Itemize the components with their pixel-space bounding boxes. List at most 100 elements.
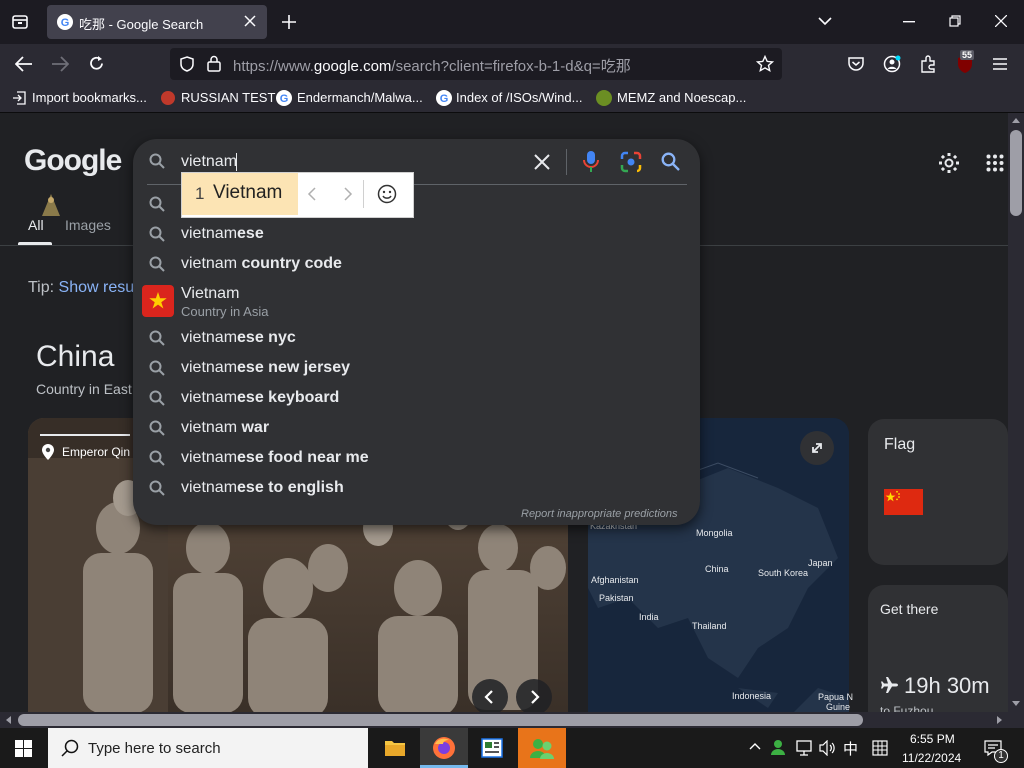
show-hidden-icons-icon[interactable] xyxy=(749,742,761,750)
new-tab-icon[interactable] xyxy=(282,15,296,29)
scroll-left-icon[interactable] xyxy=(4,715,12,725)
entity-title: China xyxy=(36,340,115,373)
suggestion-completion: ese keyboard xyxy=(237,389,340,406)
suggestion-item[interactable]: vietnamese xyxy=(181,225,264,243)
suggestion-item[interactable]: vietnamese keyboard xyxy=(181,389,339,407)
close-tab-icon[interactable] xyxy=(244,15,256,27)
ime-candidate-index: 1 xyxy=(195,184,205,203)
file-explorer-icon[interactable] xyxy=(384,738,406,758)
expand-icon xyxy=(812,443,822,453)
map-label: India xyxy=(639,612,659,622)
clear-search-button[interactable] xyxy=(534,154,550,170)
search-input[interactable]: vietnam xyxy=(181,153,237,171)
restore-icon[interactable] xyxy=(949,15,961,27)
ime-candidate-text[interactable]: Vietnam xyxy=(213,182,282,204)
clock-time[interactable]: 6:55 PM xyxy=(910,732,955,746)
windows-start-icon[interactable] xyxy=(15,740,32,757)
tab-images[interactable]: Images xyxy=(65,217,111,233)
minimize-icon[interactable] xyxy=(903,21,915,23)
scroll-up-icon[interactable] xyxy=(1011,116,1021,124)
next-photo-button[interactable] xyxy=(516,679,552,715)
search-icon xyxy=(149,450,165,466)
google-favicon-icon: G xyxy=(276,90,292,106)
suggestion-item[interactable]: vietnamese food near me xyxy=(181,449,369,467)
prev-photo-button[interactable] xyxy=(472,679,508,715)
suggestion-prefix: vietnam xyxy=(181,359,238,376)
scroll-down-icon[interactable] xyxy=(1011,700,1021,708)
map-label: China xyxy=(705,564,729,574)
ime-next-page-icon[interactable] xyxy=(343,187,353,201)
suggestion-prefix: vietnam xyxy=(181,449,238,466)
ime-prev-page-icon[interactable] xyxy=(307,187,317,201)
suggestion-item[interactable]: vietnamese to english xyxy=(181,479,344,497)
horizontal-scroll-thumb[interactable] xyxy=(18,714,863,726)
volume-icon[interactable] xyxy=(819,740,837,756)
suggestion-item[interactable]: vietnamese nyc xyxy=(181,329,296,347)
tab-all-thumbnail xyxy=(40,192,62,220)
extensions-icon[interactable] xyxy=(920,55,937,73)
bookmark-isos[interactable]: Index of /ISOs/Wind... xyxy=(456,90,582,105)
bookmark-import[interactable]: Import bookmarks... xyxy=(32,90,147,105)
people-app-icon[interactable] xyxy=(529,737,555,759)
lens-search-icon[interactable] xyxy=(620,151,642,173)
suggestion-item[interactable]: vietnam war xyxy=(181,419,269,437)
suggestion-prefix: vietnam xyxy=(181,479,238,496)
vertical-scroll-thumb[interactable] xyxy=(1010,130,1022,216)
chevron-left-icon xyxy=(484,690,493,704)
report-predictions-link[interactable]: Report inappropriate predictions xyxy=(521,508,678,520)
ime-mode-indicator[interactable]: 中 xyxy=(843,738,858,759)
bookmark-star-icon[interactable] xyxy=(756,55,774,73)
google-apps-icon[interactable] xyxy=(986,154,1004,172)
suggestion-item[interactable]: vietnam country code xyxy=(181,255,342,273)
photo-caption[interactable]: Emperor Qin xyxy=(62,445,130,459)
back-icon[interactable] xyxy=(15,56,33,72)
search-submit-icon[interactable] xyxy=(661,152,680,171)
suggestion-prefix: vietnam xyxy=(181,255,238,272)
close-window-icon[interactable] xyxy=(995,15,1007,27)
lock-icon[interactable] xyxy=(207,55,221,72)
app-menu-icon[interactable] xyxy=(992,57,1008,71)
forward-icon[interactable] xyxy=(51,56,69,72)
notification-badge: 1 xyxy=(994,749,1008,763)
settings-gear-icon[interactable] xyxy=(938,152,960,174)
suggestion-title: Vietnam xyxy=(181,285,240,302)
entity-subtitle: Country in East xyxy=(36,381,132,397)
pocket-icon[interactable] xyxy=(847,55,865,73)
suggestion-item[interactable]: vietnamese new jersey xyxy=(181,359,350,377)
svg-text:G: G xyxy=(61,17,70,29)
google-logo[interactable]: Google xyxy=(24,144,122,178)
list-all-tabs-icon[interactable] xyxy=(11,13,29,31)
suggestion-completion: ese food near me xyxy=(237,449,369,466)
expand-map-button[interactable] xyxy=(800,431,834,465)
chevron-down-icon[interactable] xyxy=(818,16,832,26)
bookmark-endermanch[interactable]: Endermanch/Malwa... xyxy=(297,90,423,105)
map-label: Afghanistan xyxy=(591,575,639,585)
url-text[interactable]: https://www.google.com/search?client=fir… xyxy=(233,55,631,76)
ime-layout-icon[interactable] xyxy=(872,740,888,756)
search-icon xyxy=(149,420,165,436)
map-label: Papua N xyxy=(818,692,854,702)
map-label: South Korea xyxy=(758,568,809,578)
scroll-right-icon[interactable] xyxy=(996,715,1004,725)
emoji-icon[interactable] xyxy=(377,184,397,204)
search-icon xyxy=(149,153,165,169)
clock-date[interactable]: 11/22/2024 xyxy=(902,751,961,765)
news-app-icon[interactable] xyxy=(481,738,503,758)
bookmark-russian-test[interactable]: RUSSIAN TEST xyxy=(181,90,275,105)
search-icon xyxy=(149,330,165,346)
bookmark-memz[interactable]: MEMZ and Noescap... xyxy=(617,90,746,105)
tracking-shield-icon[interactable] xyxy=(179,56,195,72)
map-label: Guine xyxy=(826,702,851,712)
entity-suggestion-item[interactable]: Vietnam xyxy=(181,285,239,303)
network-icon[interactable] xyxy=(795,740,813,756)
import-icon xyxy=(12,91,26,105)
tip-link[interactable]: Show resu xyxy=(59,279,135,296)
map-label: Japan xyxy=(808,558,833,568)
active-tab[interactable]: G 吃那 - Google Search xyxy=(47,5,267,39)
account-icon[interactable] xyxy=(883,55,901,73)
china-flag-image xyxy=(884,489,923,515)
tray-people-icon[interactable] xyxy=(771,739,789,755)
reload-icon[interactable] xyxy=(88,55,105,72)
voice-search-icon[interactable] xyxy=(583,150,599,174)
firefox-icon[interactable] xyxy=(432,736,456,760)
